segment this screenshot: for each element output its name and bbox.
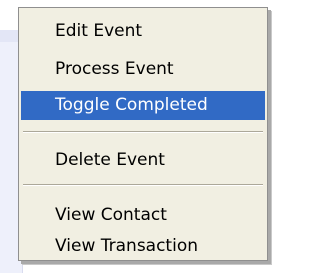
menu-item-view-contact[interactable]: View Contact xyxy=(21,201,265,230)
menu-item-view-transaction[interactable]: View Transaction xyxy=(21,232,265,261)
menu-separator xyxy=(23,131,263,133)
context-menu: Edit Event Process Event Toggle Complete… xyxy=(18,7,268,261)
screen: Edit Event Process Event Toggle Complete… xyxy=(0,0,284,273)
menu-item-edit-event[interactable]: Edit Event xyxy=(21,17,265,46)
menu-item-process-event[interactable]: Process Event xyxy=(21,55,265,84)
menu-separator xyxy=(23,184,263,186)
menu-item-toggle-completed[interactable]: Toggle Completed xyxy=(21,91,265,120)
menu-item-delete-event[interactable]: Delete Event xyxy=(21,146,265,175)
